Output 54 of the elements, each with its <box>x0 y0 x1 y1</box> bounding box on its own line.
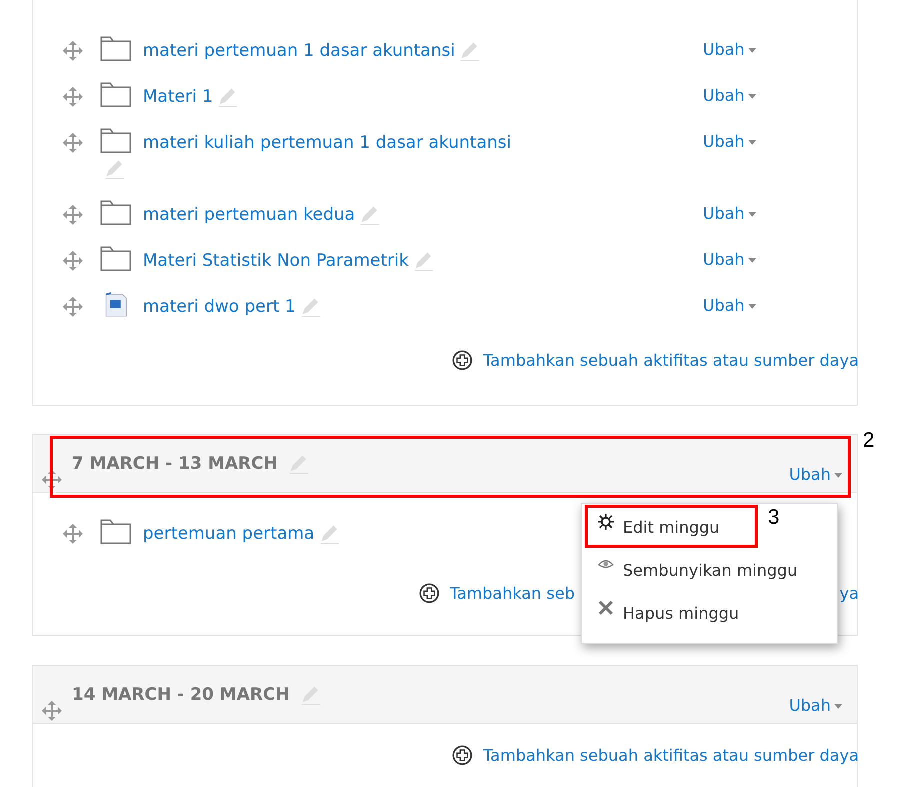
move-icon[interactable] <box>41 700 63 722</box>
resource-link[interactable]: materi dwo pert 1 <box>143 296 296 318</box>
edit-dropdown[interactable]: Ubah <box>703 296 757 316</box>
add-icon[interactable] <box>419 583 440 604</box>
section-title: 7 MARCH - 13 MARCH <box>72 454 278 474</box>
move-icon[interactable] <box>62 40 84 62</box>
menu-item[interactable]: Sembunyikan minggu <box>582 549 837 592</box>
folder-icon <box>100 36 132 62</box>
caret-icon <box>834 472 843 478</box>
gear-icon <box>598 514 614 530</box>
move-icon[interactable] <box>62 204 84 226</box>
folder-icon <box>100 200 132 226</box>
add-activity-link[interactable]: ya <box>840 584 859 603</box>
caret-icon <box>748 94 757 98</box>
add-activity-link[interactable]: Tambahkan sebuah aktifitas atau sumber daya <box>483 351 859 370</box>
edit-dropdown[interactable]: Ubah <box>789 696 843 716</box>
close-icon <box>598 600 614 616</box>
section-title: 14 MARCH - 20 MARCH <box>72 684 290 704</box>
folder-icon <box>100 128 132 154</box>
resource-link[interactable]: pertemuan pertama <box>143 523 315 545</box>
folder-icon <box>100 519 132 545</box>
resource-link[interactable]: materi pertemuan kedua <box>143 204 356 226</box>
move-icon[interactable] <box>41 469 63 491</box>
resource-link[interactable]: materi pertemuan 1 dasar akuntansi <box>143 40 456 62</box>
annotation-number: 2 <box>863 429 875 453</box>
move-icon[interactable] <box>62 132 84 154</box>
edit-dropdown[interactable]: Ubah <box>789 465 843 485</box>
add-activity-link[interactable]: Tambahkan sebuah aktifitas atau sumber daya <box>483 746 859 765</box>
move-icon[interactable] <box>62 86 84 108</box>
menu-item[interactable]: Hapus minggu <box>582 592 837 635</box>
caret-icon <box>748 212 757 216</box>
resource-link[interactable]: Materi 1 <box>143 86 214 108</box>
caret-icon <box>748 48 757 52</box>
annotation-number: 3 <box>768 506 780 530</box>
edit-dropdown[interactable]: Ubah <box>703 40 757 60</box>
edit-dropdown[interactable]: Ubah <box>703 250 757 270</box>
caret-icon <box>748 140 757 144</box>
folder-icon <box>100 246 132 272</box>
menu-item[interactable]: Edit minggu 3 <box>582 506 837 549</box>
caret-icon <box>834 704 843 708</box>
move-icon[interactable] <box>62 250 84 272</box>
add-activity-link[interactable]: Tambahkan seb <box>450 584 575 603</box>
resource-link[interactable]: materi kuliah pertemuan 1 dasar akuntansi <box>143 132 512 154</box>
move-icon[interactable] <box>62 296 84 318</box>
add-icon[interactable] <box>452 745 474 766</box>
edit-dropdown[interactable]: Ubah <box>703 204 757 224</box>
caret-icon <box>748 304 757 308</box>
folder-icon <box>100 82 132 108</box>
move-icon[interactable] <box>62 523 84 545</box>
add-icon[interactable] <box>452 350 474 371</box>
resource-link[interactable]: Materi Statistik Non Parametrik <box>143 250 409 272</box>
caret-icon <box>748 258 757 262</box>
edit-dropdown[interactable]: Ubah <box>703 132 757 152</box>
edit-dropdown[interactable]: Ubah <box>703 86 757 106</box>
